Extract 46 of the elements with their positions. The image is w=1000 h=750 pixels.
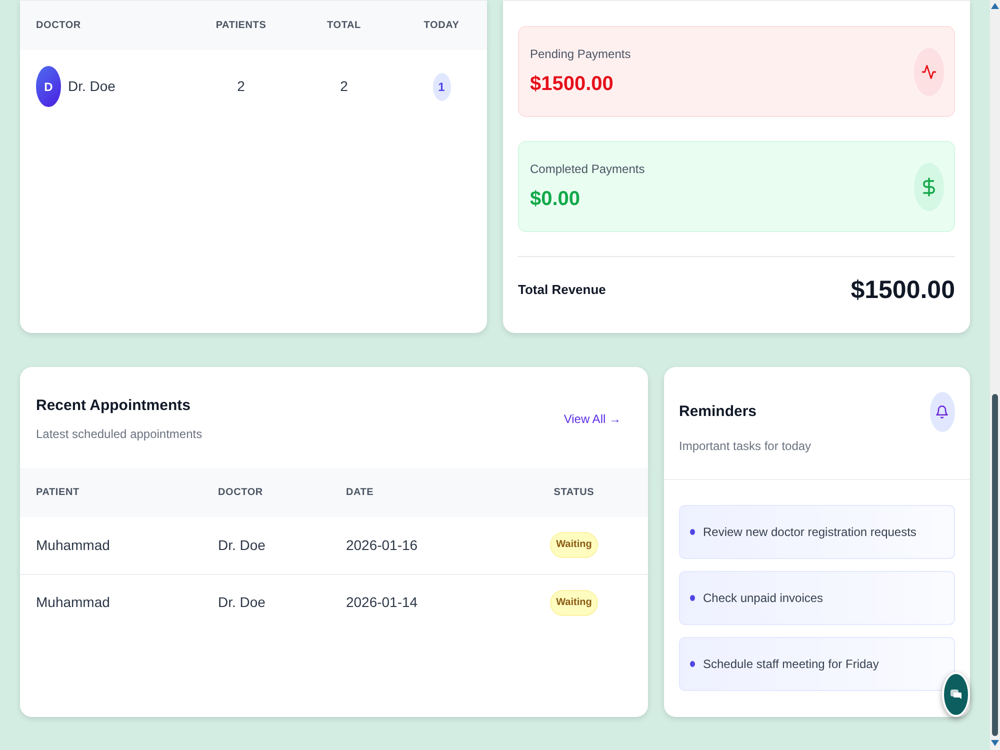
reminder-text: Review new doctor registration requests <box>702 524 916 541</box>
total-revenue-amount: $1500.00 <box>850 275 955 306</box>
reminder-text: Schedule staff meeting for Friday <box>702 656 879 673</box>
table-header-cell: DOCTOR <box>20 1 190 50</box>
table-cell: Muhammad <box>20 517 202 574</box>
table-cell: 2026-01-14 <box>330 574 500 631</box>
scroll-up-arrow-icon[interactable] <box>991 3 999 9</box>
table-header-cell: PATIENT <box>20 468 202 517</box>
reminder-text: Check unpaid invoices <box>702 590 824 607</box>
doctor-name: Dr. Doe <box>68 77 116 96</box>
table-header-cell: TODAY <box>396 1 487 50</box>
payment-amount: $1500.00 <box>530 72 614 96</box>
payment-amount: $0.00 <box>530 186 582 212</box>
status-badge: Waiting <box>550 532 598 558</box>
scrollbar-track[interactable] <box>990 0 1000 750</box>
table-cell: 2 <box>292 50 396 107</box>
pulse-icon <box>914 48 944 96</box>
table-header-cell: TOTAL <box>292 1 396 50</box>
table-cell: Muhammad <box>20 574 202 631</box>
table-cell: Dr. Doe <box>202 517 330 574</box>
view-all-link[interactable]: View All → <box>564 410 621 428</box>
bell-icon <box>930 392 955 432</box>
scrollbar-thumb[interactable] <box>992 394 998 736</box>
payment-label: Completed Payments <box>530 160 645 176</box>
card-title: Recent Appointments <box>36 396 192 416</box>
bullet-icon <box>690 661 695 667</box>
table-header-cell: STATUS <box>500 468 648 517</box>
doctor-avatar: D <box>36 66 61 107</box>
payment-label: Pending Payments <box>530 46 631 62</box>
today-count: 1 <box>432 72 450 100</box>
table-cell: 2 <box>190 50 292 107</box>
table-header-cell: DATE <box>330 468 500 517</box>
bullet-icon <box>690 529 695 535</box>
table-cell: 2026-01-16 <box>330 517 500 574</box>
table-header-cell: DOCTOR <box>202 468 330 517</box>
table-cell: Dr. Doe <box>202 574 330 631</box>
scroll-down-arrow-icon[interactable] <box>991 740 999 746</box>
total-revenue-label: Total Revenue <box>518 281 606 300</box>
card-subtitle: Important tasks for today <box>678 438 812 454</box>
status-badge: Waiting <box>550 590 598 616</box>
card-subtitle: Latest scheduled appointments <box>36 426 202 442</box>
chat-bubbles-icon <box>950 688 962 700</box>
table-header-cell: PATIENTS <box>190 1 292 50</box>
dollar-icon <box>914 162 944 210</box>
bullet-icon <box>690 595 695 601</box>
card-title: Reminders <box>678 402 757 422</box>
